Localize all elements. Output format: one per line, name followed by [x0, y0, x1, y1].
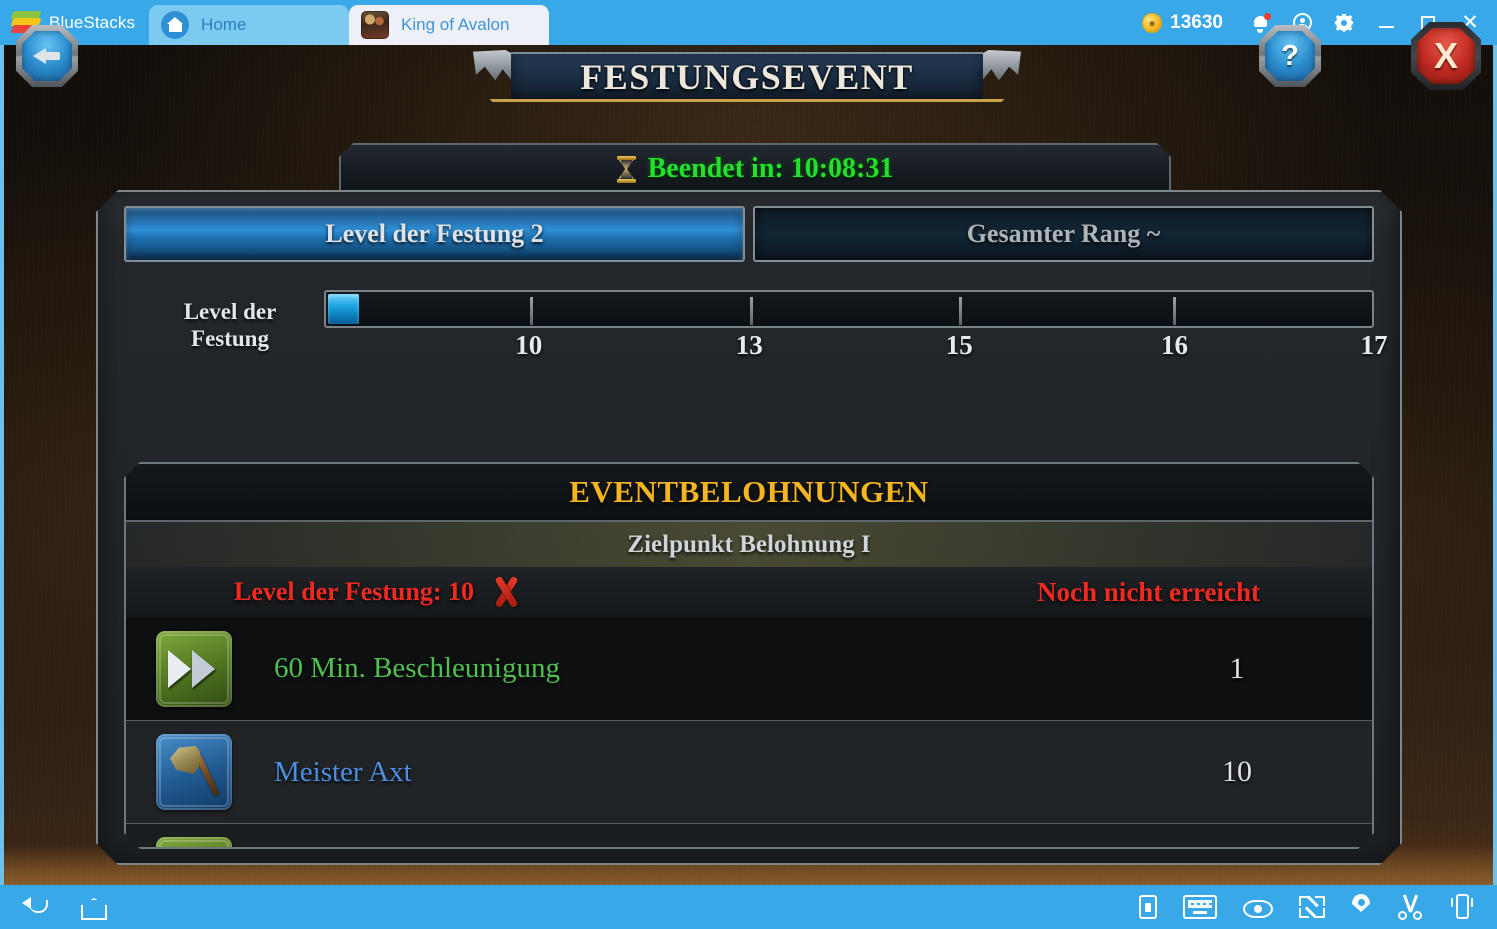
axe-icon: [156, 734, 232, 810]
settings-button[interactable]: [1323, 0, 1365, 45]
coin-count-label: 13630: [1170, 11, 1223, 33]
reward-item-qty: 10: [1222, 755, 1252, 788]
progress-tick-16: [1173, 297, 1176, 325]
reward-requirement-row: Level der Festung: 10 Noch nicht erreich…: [126, 567, 1372, 617]
reward-tier-title: Zielpunkt Belohnung I: [126, 522, 1372, 567]
progress-bar: [324, 290, 1374, 328]
tab-gesamter-rang-label: Gesamter Rang ~: [966, 219, 1161, 248]
progress-tick-10: [530, 297, 533, 325]
progress-tick-label-3: 16: [1161, 330, 1188, 360]
reward-item-qty: 1: [1229, 651, 1245, 685]
close-panel-label: X: [1417, 28, 1475, 84]
progress-label-line1: Level der: [183, 299, 277, 324]
back-button[interactable]: [16, 25, 78, 87]
event-panel: Beendet in: 10:08:31 Level der Festung 2…: [96, 143, 1402, 865]
reward-requirement-label: Level der Festung: 10: [234, 577, 474, 606]
location-pin-icon[interactable]: [1351, 894, 1371, 920]
left-rail: [0, 45, 4, 885]
progress-tick-label-1: 13: [735, 330, 763, 360]
home-icon[interactable]: [78, 894, 106, 920]
progress-tick-13: [750, 297, 753, 325]
event-tabs: Level der Festung 2 Gesamter Rang ~: [124, 206, 1374, 262]
tab-king-of-avalon[interactable]: King of Avalon: [349, 5, 550, 45]
rewards-header: EVENTBELOHNUNGEN: [126, 464, 1372, 522]
help-button[interactable]: ?: [1259, 25, 1321, 87]
bluestacks-bottombar: [0, 885, 1497, 929]
event-panel-body: Level der Festung 2 Gesamter Rang ~ Leve…: [96, 190, 1402, 865]
bell-icon: [1253, 13, 1271, 33]
reward-row[interactable]: Mini Materialtruhe 5: [126, 823, 1372, 849]
reward-item-name: 60 Min. Beschleunigung: [274, 652, 560, 684]
event-timer: Beendet in: 10:08:31: [339, 143, 1171, 195]
red-x-icon: [490, 576, 522, 608]
game-thumbnail-icon: [361, 11, 390, 39]
keyboard-icon[interactable]: [1183, 895, 1217, 919]
help-button-label: ?: [1265, 31, 1315, 81]
progress-tick-labels: 10 13 15 16 17: [324, 330, 1374, 364]
back-button-face: [22, 31, 72, 81]
gear-icon: [1335, 14, 1353, 32]
event-rewards-box: EVENTBELOHNUNGEN Zielpunkt Belohnung I L…: [124, 462, 1374, 849]
tab-level-der-festung[interactable]: Level der Festung 2: [124, 206, 745, 262]
progress-label-line2: Festung: [191, 326, 269, 352]
rotate-icon[interactable]: [1139, 895, 1157, 919]
speedup-icon: [156, 631, 232, 707]
home-icon: [161, 11, 190, 39]
reward-status-label: Noch nicht erreicht: [1037, 576, 1260, 607]
reward-row[interactable]: Meister Axt 10: [126, 720, 1372, 823]
progress-tick-label-4: 17: [1360, 330, 1388, 360]
chest-icon: [156, 837, 232, 849]
minimize-button[interactable]: [1365, 0, 1407, 45]
tab-gesamter-rang[interactable]: Gesamter Rang ~: [753, 206, 1374, 262]
close-panel-button[interactable]: X: [1411, 22, 1481, 90]
hourglass-icon: [617, 156, 636, 183]
progress-tick-15: [959, 297, 962, 325]
tab-home[interactable]: Home: [149, 5, 350, 45]
tab-home-label: Home: [201, 15, 247, 34]
coin-balance[interactable]: ● 13630: [1126, 12, 1239, 34]
event-timer-label: Beendet in: 10:08:31: [647, 153, 894, 184]
shake-icon[interactable]: [1449, 894, 1475, 920]
reward-item-name: Meister Axt: [274, 755, 412, 788]
scissors-icon[interactable]: [1397, 894, 1423, 920]
reward-row[interactable]: 60 Min. Beschleunigung 1: [126, 617, 1372, 720]
progress-tick-label-0: 10: [515, 330, 543, 360]
page-title: FESTUNGSEVENT: [580, 57, 914, 97]
back-arrow-icon: [33, 45, 61, 67]
right-rail: [1493, 45, 1497, 885]
progress-label: Level der Festung: [136, 290, 324, 352]
minimize-icon: [1378, 25, 1394, 28]
tab-level-der-festung-label: Level der Festung 2: [325, 219, 544, 248]
progress-tick-label-2: 15: [945, 330, 973, 360]
progress-section: Level der Festung 10 13 15 16 17: [124, 290, 1374, 364]
progress-bar-fill: [328, 294, 359, 324]
eye-icon[interactable]: [1243, 900, 1273, 918]
fullscreen-icon[interactable]: [1299, 895, 1325, 919]
coin-icon: ●: [1142, 12, 1163, 33]
notification-dot: [1263, 13, 1271, 20]
back-icon[interactable]: [22, 894, 50, 920]
tab-king-of-avalon-label: King of Avalon: [401, 15, 510, 34]
event-title-banner: FESTUNGSEVENT: [463, 50, 1031, 106]
